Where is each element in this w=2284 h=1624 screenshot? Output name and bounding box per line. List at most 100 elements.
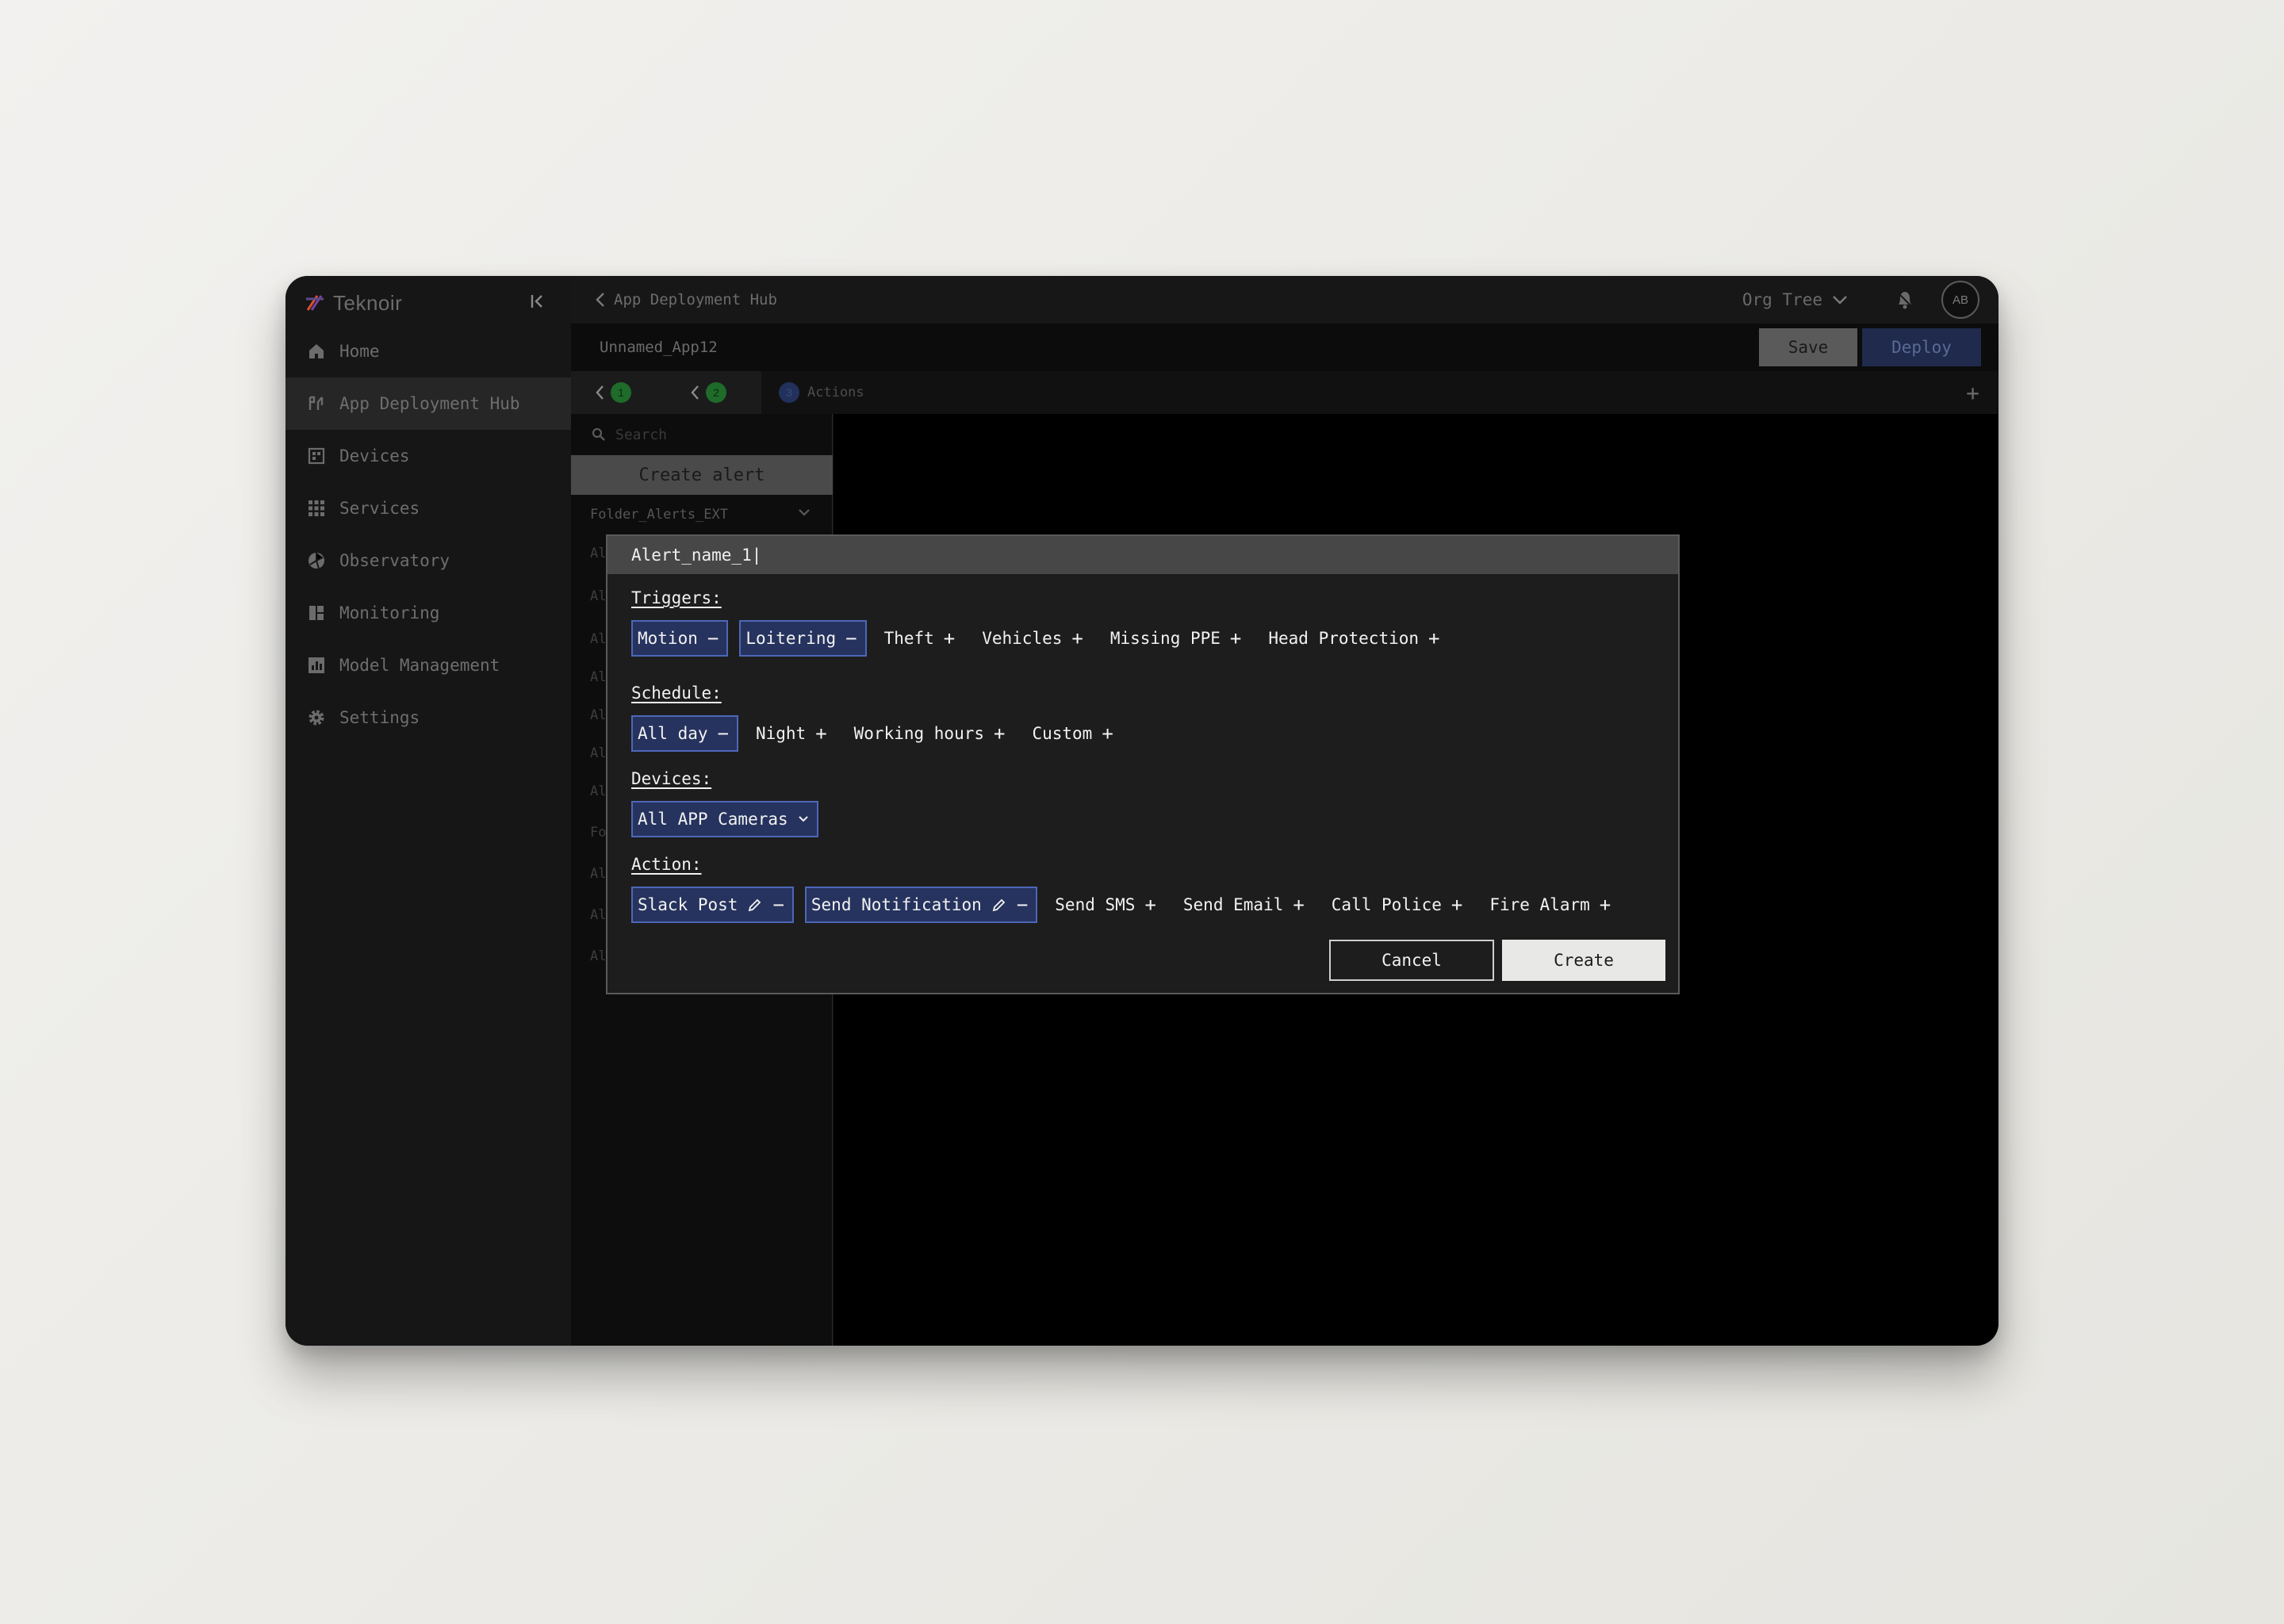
plus-icon[interactable]: + — [1102, 724, 1113, 743]
action-chip-send-email[interactable]: Send Email + — [1177, 887, 1314, 923]
list-item[interactable]: Al — [590, 745, 606, 761]
minus-icon[interactable]: − — [707, 629, 719, 648]
chip-label: Send Notification — [811, 895, 982, 914]
deploy-button[interactable]: Deploy — [1862, 328, 1981, 366]
step-badge: 3 — [779, 382, 799, 403]
plus-icon[interactable]: + — [815, 724, 826, 743]
breadcrumb-label: App Deployment Hub — [614, 291, 777, 308]
list-item[interactable]: Al — [590, 707, 606, 723]
steps-bar: 1 2 3 Actions + — [571, 371, 1998, 414]
plus-icon[interactable]: + — [1600, 895, 1611, 914]
plus-icon[interactable]: + — [1144, 895, 1155, 914]
chip-label: Night — [755, 724, 807, 743]
avatar[interactable]: AB — [1941, 281, 1979, 319]
chip-label: All day — [638, 724, 708, 743]
deployment-icon — [306, 393, 327, 414]
cancel-button[interactable]: Cancel — [1329, 940, 1494, 981]
chip-label: Vehicles — [982, 629, 1063, 648]
list-item[interactable]: Al — [590, 669, 606, 685]
step-2-tab[interactable]: 2 — [690, 371, 726, 414]
chevron-down-icon — [798, 816, 808, 822]
logo[interactable]: Teknoir — [305, 287, 402, 319]
minus-icon[interactable]: − — [1017, 895, 1028, 914]
sidebar-item-label: App Deployment Hub — [339, 394, 520, 413]
observatory-icon — [306, 550, 327, 571]
pencil-icon[interactable] — [991, 897, 1007, 913]
chip-label: Theft — [883, 629, 934, 648]
trigger-chip-head-protection[interactable]: Head Protection + — [1262, 620, 1449, 657]
trigger-chip-motion[interactable]: Motion − — [631, 620, 729, 657]
action-chip-call-police[interactable]: Call Police + — [1325, 887, 1473, 923]
sidebar-item-devices[interactable]: Devices — [286, 430, 571, 482]
action-chip-slack-post[interactable]: Slack Post − — [631, 887, 794, 923]
collapse-sidebar-button[interactable] — [525, 289, 550, 314]
chevron-down-icon — [1833, 296, 1847, 304]
triggers-label: Triggers: — [631, 588, 722, 607]
add-step-button[interactable]: + — [1966, 371, 1979, 414]
list-item[interactable]: Al — [590, 948, 606, 964]
devices-row: All APP Cameras — [631, 801, 818, 837]
step-3-tab[interactable]: 3 Actions — [761, 371, 1998, 414]
create-alert-button[interactable]: Create alert — [571, 455, 833, 495]
sidebar-item-label: Model Management — [339, 656, 500, 675]
devices-select[interactable]: All APP Cameras — [631, 801, 818, 837]
chip-label: Call Police — [1331, 895, 1442, 914]
list-item[interactable]: Fo — [590, 825, 606, 841]
sidebar-item-model-management[interactable]: Model Management — [286, 639, 571, 691]
plus-icon[interactable]: + — [1293, 895, 1304, 914]
step-1-tab[interactable]: 1 — [595, 371, 631, 414]
chip-label: Send SMS — [1055, 895, 1136, 914]
trigger-chip-loitering[interactable]: Loitering − — [739, 620, 867, 657]
sidebar-item-services[interactable]: Services — [286, 482, 571, 534]
sidebar-item-app-deployment-hub[interactable]: App Deployment Hub — [286, 377, 571, 430]
plus-icon[interactable]: + — [1428, 629, 1439, 648]
list-item[interactable]: Al — [590, 588, 606, 604]
schedule-chip-working-hours[interactable]: Working hours + — [848, 715, 1015, 752]
sidebar-item-home[interactable]: Home — [286, 325, 571, 377]
list-item[interactable]: Al — [590, 631, 606, 647]
chip-label: Slack Post — [638, 895, 738, 914]
sidebar-item-settings[interactable]: Settings — [286, 691, 571, 744]
schedule-chip-all-day[interactable]: All day − — [631, 715, 738, 752]
sidebar: Teknoir Home App Deployment Hub Devices — [286, 276, 571, 1346]
plus-icon[interactable]: + — [1071, 629, 1083, 648]
list-item[interactable]: Al — [590, 546, 606, 561]
devices-selected-value: All APP Cameras — [638, 810, 788, 829]
trigger-chip-vehicles[interactable]: Vehicles + — [975, 620, 1093, 657]
folder-item[interactable]: Folder_Alerts_EXT — [571, 495, 833, 534]
sidebar-item-observatory[interactable]: Observatory — [286, 534, 571, 587]
monitoring-icon — [306, 603, 327, 623]
action-chip-fire-alarm[interactable]: Fire Alarm + — [1483, 887, 1620, 923]
plus-icon[interactable]: + — [994, 724, 1005, 743]
search-input[interactable]: Search — [571, 414, 833, 455]
action-chip-send-notification[interactable]: Send Notification − — [804, 887, 1038, 923]
schedule-chip-custom[interactable]: Custom + — [1025, 715, 1122, 752]
schedule-chip-night[interactable]: Night + — [749, 715, 837, 752]
step-badge: 1 — [611, 382, 631, 403]
minus-icon[interactable]: − — [718, 724, 729, 743]
chart-icon — [306, 655, 327, 676]
action-chip-send-sms[interactable]: Send SMS + — [1048, 887, 1166, 923]
minus-icon[interactable]: − — [772, 895, 784, 914]
org-tree-dropdown[interactable]: Org Tree — [1742, 276, 1848, 324]
pencil-icon[interactable] — [747, 897, 763, 913]
plus-icon[interactable]: + — [1230, 629, 1241, 648]
plus-icon[interactable]: + — [1451, 895, 1462, 914]
list-item[interactable]: Al — [590, 783, 606, 799]
list-item[interactable]: Al — [590, 866, 606, 882]
notifications-button[interactable] — [1892, 287, 1918, 312]
trigger-chip-theft[interactable]: Theft + — [878, 620, 965, 657]
alert-name-input[interactable]: Alert_name_1| — [607, 536, 1678, 574]
chevron-down-icon — [799, 509, 810, 516]
trigger-chip-missing-ppe[interactable]: Missing PPE + — [1104, 620, 1251, 657]
save-button[interactable]: Save — [1759, 328, 1857, 366]
list-item[interactable]: Al — [590, 907, 606, 923]
create-button[interactable]: Create — [1502, 940, 1665, 981]
plus-icon: + — [1966, 379, 1979, 406]
plus-icon[interactable]: + — [944, 629, 955, 648]
breadcrumb[interactable]: App Deployment Hub — [595, 276, 777, 324]
sidebar-item-monitoring[interactable]: Monitoring — [286, 587, 571, 639]
top-bar: App Deployment Hub Org Tree AB — [571, 276, 1998, 324]
app-name[interactable]: Unnamed_App12 — [600, 324, 718, 371]
minus-icon[interactable]: − — [845, 629, 856, 648]
